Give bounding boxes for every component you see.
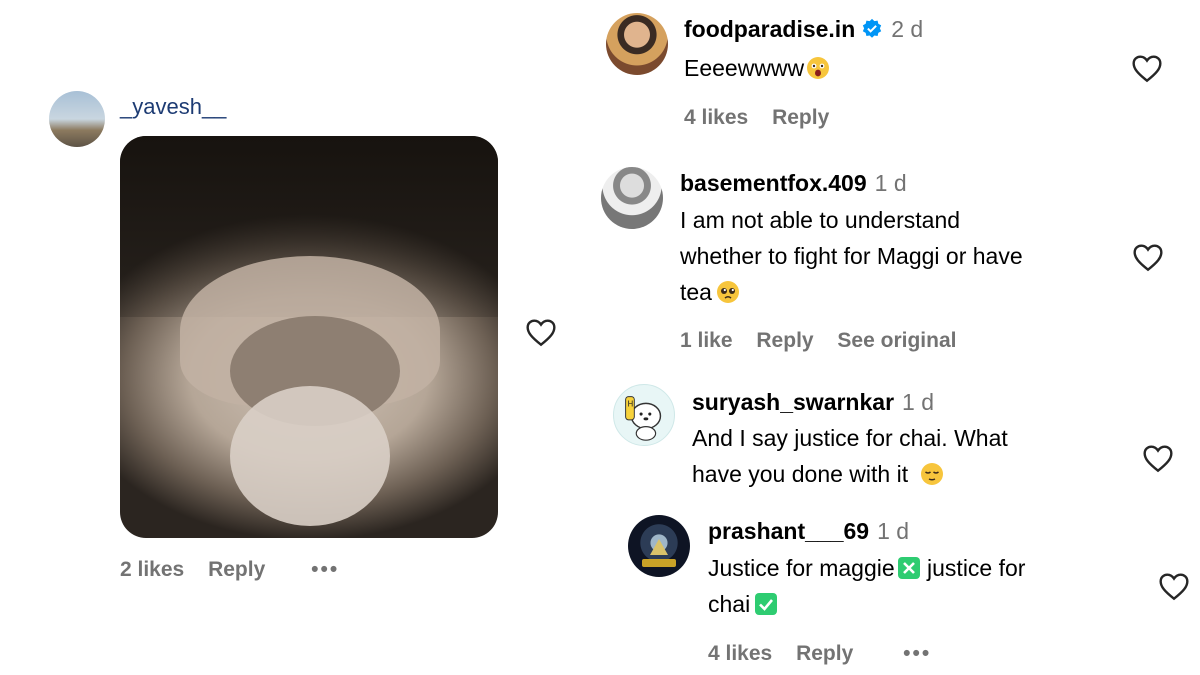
comment-line: have you done with it [692,461,909,487]
avatar-foodparadise[interactable] [606,13,668,75]
comment-header: foodparadise.in 2 d [684,16,923,43]
avatar-suryash[interactable]: H [613,384,675,446]
svg-text:H: H [628,399,634,408]
comment-username[interactable]: prashant___69 [708,518,869,544]
comment-line: tea [680,279,712,305]
comment-line: Justice for maggie [708,555,895,581]
comment-time: 1 d [874,170,907,196]
relieved-face-emoji [921,463,944,485]
comment-line: whether to fight for Maggi or have [680,243,1023,269]
reply-button[interactable]: Reply [772,106,829,129]
gif-face [230,386,390,526]
comment-line: And I say justice for chai. What [692,425,1008,451]
likes-count[interactable]: 4 likes [708,642,772,665]
comment-line: I am not able to understand [680,207,961,233]
comment-username[interactable]: _yavesh__ [120,94,226,120]
comment-line: chai [708,591,751,617]
comment-username[interactable]: basementfox.409 [680,170,867,196]
comment-header: basementfox.409 1 d [680,170,907,197]
reply-button[interactable]: Reply [756,329,813,352]
comment-username[interactable]: suryash_swarnkar [692,389,894,415]
comment-body: Eeeewwww [684,55,805,81]
comment-meta: 4 likes Reply [684,106,847,130]
comment-meta: 2 likes Reply ••• [120,558,357,582]
avatar-basementfox[interactable] [601,167,663,229]
comment-meta: 1 like Reply See original [680,329,974,353]
likes-count[interactable]: 1 like [680,329,733,352]
astonished-face-emoji [807,57,830,79]
heart-icon[interactable] [1142,443,1174,473]
reply-button[interactable]: Reply [208,558,265,581]
comment-text: And I say justice for chai. What have yo… [692,420,1008,492]
comment-time: 1 d [877,518,910,544]
comment-line: justice for [920,555,1026,581]
likes-count[interactable]: 2 likes [120,558,184,581]
comment-text: Justice for maggie justice for chai [708,550,1025,622]
heart-icon[interactable] [1158,571,1190,601]
comment-header: prashant___69 1 d [708,518,909,545]
heart-icon[interactable] [1131,53,1163,83]
likes-count[interactable]: 4 likes [684,106,748,129]
heart-icon[interactable] [525,317,557,347]
pleading-face-emoji [716,281,739,303]
gamer-logo-icon [642,539,676,567]
avatar-prashant[interactable] [628,515,690,577]
see-original-link[interactable]: See original [837,329,956,352]
more-options-icon[interactable]: ••• [903,642,931,665]
comment-username[interactable]: foodparadise.in [684,16,855,42]
comment-time: 1 d [902,389,934,415]
avatar-yavesh[interactable] [49,91,105,147]
reply-button[interactable]: Reply [796,642,853,665]
verified-badge-icon [863,18,882,38]
check-mark-button-emoji [755,593,778,615]
comment-meta: 4 likes Reply ••• [708,642,949,666]
comment-time: 2 d [891,16,924,42]
comment-text: I am not able to understand whether to f… [680,202,1023,310]
cartoon-bear-icon: H [625,396,662,441]
cross-mark-button-emoji [897,557,920,579]
more-options-icon[interactable]: ••• [311,558,339,581]
gif-image[interactable] [120,136,498,538]
heart-icon[interactable] [1132,242,1164,272]
comment-header: suryash_swarnkar 1 d [692,389,934,416]
comment-text: Eeeewwww [684,50,830,86]
